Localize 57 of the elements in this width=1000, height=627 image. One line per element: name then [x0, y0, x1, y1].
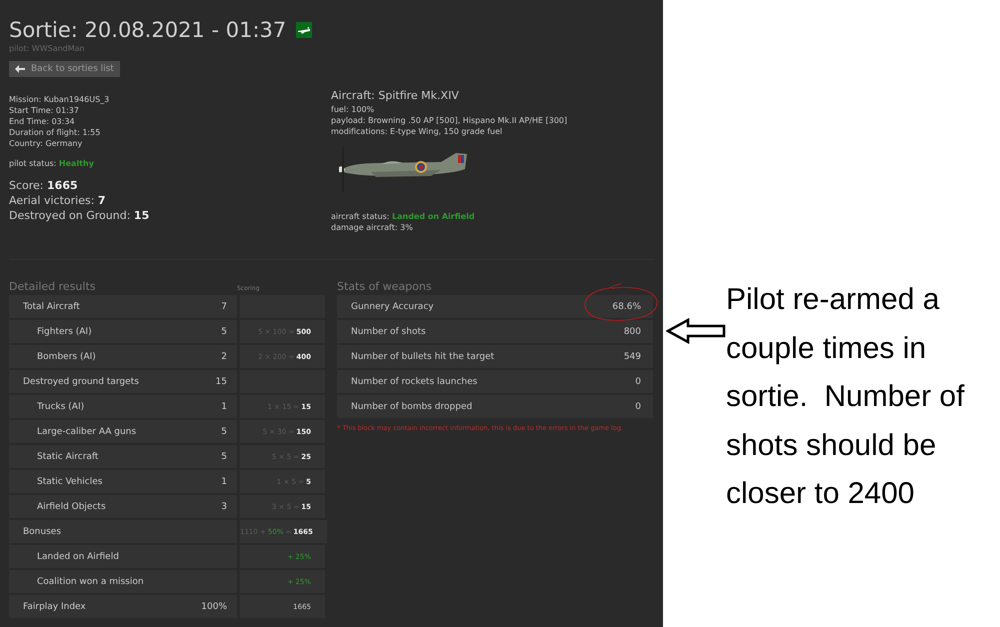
stat-label: Number of shots	[351, 326, 426, 336]
row-label: Airfield Objects	[37, 502, 106, 512]
row-count: 1	[221, 402, 227, 412]
mission-info: Start Time: 01:37	[9, 105, 80, 116]
row-label: Fairplay Index	[23, 602, 86, 612]
row-label: Total Aircraft	[23, 302, 80, 312]
row-count: 7	[221, 302, 227, 312]
row-label: Bombers (AI)	[37, 352, 96, 362]
arrow-left-icon	[15, 65, 25, 73]
row-count: 5	[221, 452, 227, 462]
row-count: 5	[221, 426, 227, 436]
stat-value: 549	[624, 352, 641, 362]
stat-label: Number of rockets launches	[351, 376, 478, 386]
aircraft-status: aircraft status: Landed on Airfield	[331, 211, 476, 222]
mission-info: Country: Germany	[9, 138, 84, 149]
row-count: 1	[221, 476, 227, 486]
row-count: 3	[221, 502, 227, 512]
total-stat: Score: 1665	[9, 178, 79, 193]
row-label: Bonuses	[23, 526, 62, 536]
row-count: 2	[221, 352, 227, 362]
aircraft-detail: payload: Browning .50 AP [500], Hispano Mk.II AP/HE [300]	[331, 115, 568, 126]
mission-info: Duration of flight: 1:55	[9, 127, 102, 138]
row-count: 5	[221, 326, 227, 336]
arrow-left-icon	[666, 318, 726, 344]
plane-flag-icon	[296, 22, 312, 38]
section-title: Stats of weapons	[337, 280, 433, 293]
stat-value: 0	[635, 376, 641, 386]
row-label: Trucks (AI)	[37, 402, 84, 412]
stat-label: Number of bombs dropped	[351, 402, 472, 412]
row-count: 100%	[201, 602, 227, 612]
row-label: Static Vehicles	[37, 476, 102, 486]
aircraft-detail: fuel: 100%	[331, 104, 376, 115]
aircraft-damage: damage aircraft: 3%	[331, 222, 414, 233]
stat-label: Number of bullets hit the target	[351, 352, 494, 362]
row-count: 15	[216, 376, 227, 386]
section-title: Detailed results	[9, 280, 97, 293]
row-label: Coalition won a mission	[37, 576, 144, 586]
stat-value: 68.6%	[612, 302, 641, 312]
total-stat: Aerial victories: 7	[9, 193, 107, 208]
aircraft-detail: modifications: E-type Wing, 150 grade fuel	[331, 126, 504, 137]
pilot-name: pilot: WWSandMan	[9, 44, 86, 53]
row-label: Static Aircraft	[37, 452, 98, 462]
total-stat: Destroyed on Ground: 15	[9, 208, 150, 223]
row-label: Destroyed ground targets	[23, 376, 139, 386]
pilot-status: pilot status: Healthy	[9, 159, 95, 168]
row-label: Large-caliber AA guns	[37, 426, 136, 436]
mission-info: Mission: Kuban1946US_3	[9, 94, 110, 105]
row-label: Fighters (AI)	[37, 326, 92, 336]
mission-info: End Time: 03:34	[9, 116, 76, 127]
stat-value: 800	[624, 326, 641, 336]
stat-label: Gunnery Accuracy	[351, 302, 434, 312]
aircraft-title: Aircraft: Spitfire Mk.XIV	[331, 89, 460, 102]
annotation-text: Pilot re-armed a couple times in sortie. Number of shots should be closer to 2400	[726, 282, 966, 512]
page-title: Sortie: 20.08.2021 - 01:37	[9, 18, 286, 42]
row-label: Landed on Airfield	[37, 552, 119, 562]
back-button[interactable]: Back to sorties list	[9, 61, 120, 77]
stat-value: 0	[635, 402, 641, 412]
